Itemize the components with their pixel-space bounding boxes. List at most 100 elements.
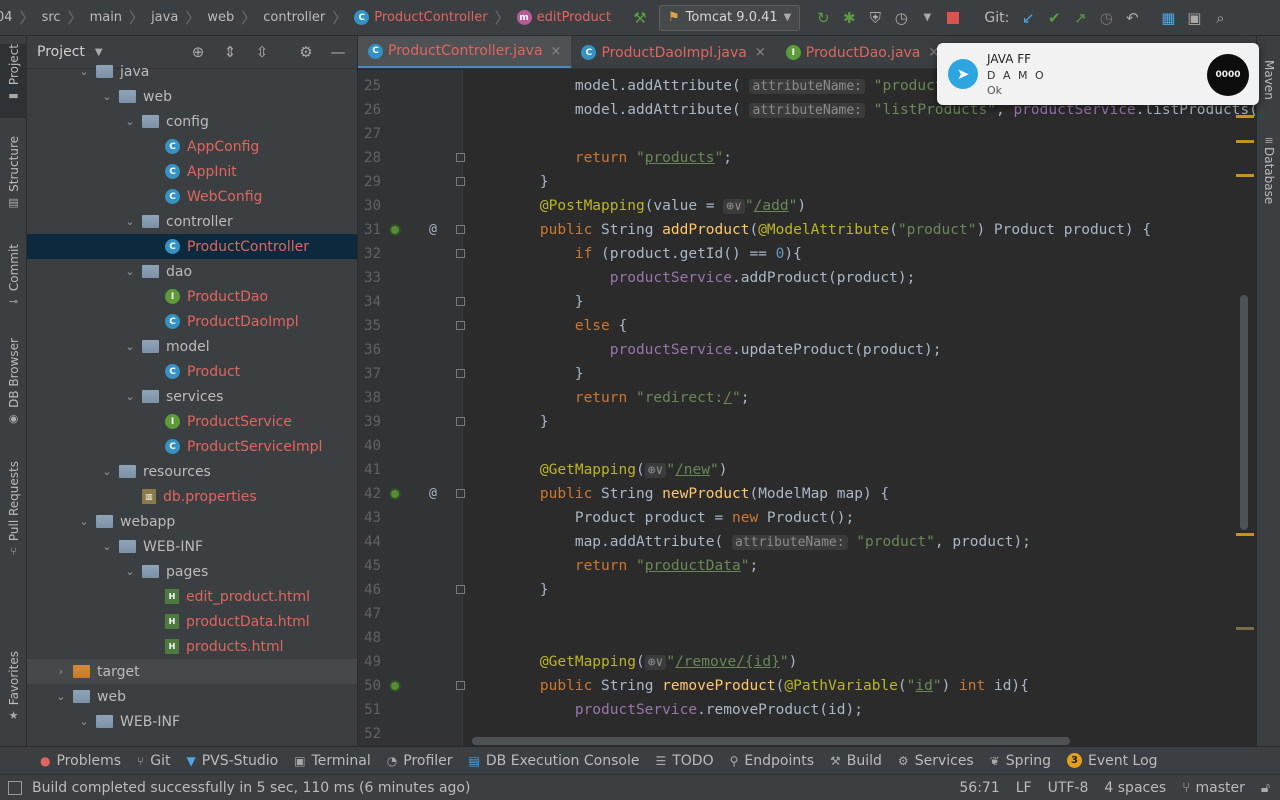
more-run-options-icon[interactable]: ▼ [914, 5, 940, 31]
tree-item[interactable]: ⌄ web [27, 684, 357, 709]
chevron-down-icon[interactable]: ⌄ [122, 265, 138, 278]
fold-toggle-icon[interactable] [456, 177, 465, 186]
line-number[interactable]: 35 [358, 314, 381, 338]
tree-item[interactable]: ⌄ web [27, 84, 357, 109]
code-text[interactable]: @PostMapping(value = ⊕∨ "/add") [505, 194, 806, 219]
tool-tab-favorites[interactable]: Favorites ★ [0, 651, 27, 741]
line-number[interactable]: 42 [358, 482, 381, 506]
chevron-down-icon[interactable]: ⌄ [99, 90, 115, 103]
line-number[interactable]: 30 [358, 194, 381, 218]
tree-item[interactable]: ⌄ pages [27, 559, 357, 584]
code-line[interactable]: 51 productService.removeProduct(id); [358, 698, 1238, 722]
git-rollback-icon[interactable]: ↶ [1119, 5, 1145, 31]
line-number[interactable]: 26 [358, 98, 381, 122]
tree-item[interactable]: C AppInit [27, 159, 357, 184]
code-line[interactable]: 49 @GetMapping(⊕∨ "/remove/{id}") [358, 650, 1238, 674]
git-branch[interactable]: ⑂ master [1182, 780, 1245, 796]
chevron-down-icon[interactable]: ⌄ [122, 115, 138, 128]
annotation-icon[interactable]: @ [429, 218, 437, 242]
tree-item[interactable]: I ProductService [27, 409, 357, 434]
fold-toggle-icon[interactable] [456, 681, 465, 690]
code-text[interactable]: public String newProduct(ModelMap map) { [505, 482, 889, 506]
tree-item[interactable]: C ProductController [27, 234, 357, 259]
tree-item[interactable]: ⌄ config [27, 109, 357, 134]
tool-tab-git[interactable]: ⑂ Git [129, 753, 178, 769]
code-line[interactable]: 35 else { [358, 314, 1238, 338]
tool-tab-project[interactable]: Project ▬ [0, 44, 27, 118]
line-number[interactable]: 38 [358, 386, 381, 410]
line-number[interactable]: 41 [358, 458, 381, 482]
tree-item[interactable]: C Product [27, 359, 357, 384]
code-line[interactable]: 41 @GetMapping(⊕∨ "/new") [358, 458, 1238, 482]
spring-bean-icon[interactable] [389, 224, 401, 236]
tree-item[interactable]: ⌄ resources [27, 459, 357, 484]
tool-tab-profiler[interactable]: ◔ Profiler [379, 753, 461, 769]
code-text[interactable]: Product product = new Product(); [505, 506, 854, 530]
warning-marker[interactable] [1236, 533, 1254, 536]
close-icon[interactable]: × [755, 45, 766, 60]
git-update-icon[interactable]: ↙ [1015, 5, 1041, 31]
indent-setting[interactable]: 4 spaces [1104, 780, 1166, 796]
line-number[interactable]: 33 [358, 266, 381, 290]
close-icon[interactable]: × [551, 44, 562, 59]
editor-tab[interactable]: I ProductDao.java × [776, 36, 950, 68]
tool-tab-todo[interactable]: ☰ TODO [647, 753, 721, 769]
fold-toggle-icon[interactable] [456, 297, 465, 306]
line-number[interactable]: 29 [358, 170, 381, 194]
tree-item[interactable]: ⌄ dao [27, 259, 357, 284]
line-number[interactable]: 25 [358, 74, 381, 98]
code-line[interactable]: 37 } [358, 362, 1238, 386]
code-line[interactable]: 38 return "redirect:/"; [358, 386, 1238, 410]
code-line[interactable]: 28 return "products"; [358, 146, 1238, 170]
line-number[interactable]: 27 [358, 122, 381, 146]
tool-tab-endpoints[interactable]: ⚲ Endpoints [722, 753, 822, 769]
tree-item[interactable]: ▥ db.properties [27, 484, 357, 509]
tree-item[interactable]: ⌄ java [27, 59, 357, 84]
project-structure-icon[interactable]: ▦ [1155, 5, 1181, 31]
tool-tab-spring[interactable]: ❦ Spring [982, 753, 1059, 769]
tree-item[interactable]: Hedit_product.html [27, 584, 357, 609]
fold-toggle-icon[interactable] [456, 417, 465, 426]
code-line[interactable]: 43 Product product = new Product(); [358, 506, 1238, 530]
git-commit-icon[interactable]: ✔ [1041, 5, 1067, 31]
debug-icon[interactable]: ✱ [836, 5, 862, 31]
chevron-down-icon[interactable]: ▼ [95, 47, 103, 58]
fold-toggle-icon[interactable] [456, 153, 465, 162]
code-line[interactable]: 42 @ public String newProduct(ModelMap ma… [358, 482, 1238, 506]
code-line[interactable]: 47 [358, 602, 1238, 626]
code-line[interactable]: 45 return "productData"; [358, 554, 1238, 578]
git-history-icon[interactable]: ◷ [1093, 5, 1119, 31]
line-number[interactable]: 31 [358, 218, 381, 242]
code-text[interactable]: } [505, 290, 584, 314]
code-text[interactable]: } [505, 170, 549, 194]
code-line[interactable]: 27 [358, 122, 1238, 146]
line-number[interactable]: 43 [358, 506, 381, 530]
line-number[interactable]: 51 [358, 698, 381, 722]
tree-item[interactable]: ⌄ WEB-INF [27, 709, 357, 734]
line-separator[interactable]: LF [1016, 780, 1032, 796]
code-text[interactable]: map.addAttribute( attributeName: "produc… [505, 530, 1031, 555]
line-number[interactable]: 36 [358, 338, 381, 362]
caret-position[interactable]: 56:71 [959, 780, 999, 796]
line-number[interactable]: 47 [358, 602, 381, 626]
code-line[interactable]: 50 public String removeProduct(@PathVari… [358, 674, 1238, 698]
fold-toggle-icon[interactable] [456, 321, 465, 330]
code-editor[interactable]: 25 model.addAttribute( attributeName: "p… [358, 70, 1256, 746]
toggle-tool-windows-icon[interactable] [8, 780, 22, 795]
line-number[interactable]: 39 [358, 410, 381, 434]
vertical-scrollbar[interactable] [1240, 295, 1248, 530]
tool-tab-commit[interactable]: Commit ⊸ [0, 244, 27, 324]
code-text[interactable]: } [505, 578, 549, 602]
line-number[interactable]: 50 [358, 674, 381, 698]
coverage-icon[interactable]: ⛨ [862, 5, 888, 31]
spring-bean-icon[interactable] [389, 680, 401, 692]
tree-item[interactable]: ⌄ services [27, 384, 357, 409]
chevron-down-icon[interactable]: ⌄ [122, 340, 138, 353]
code-line[interactable]: 48 [358, 626, 1238, 650]
code-line[interactable]: 30 @PostMapping(value = ⊕∨ "/add") [358, 194, 1238, 218]
tree-item[interactable]: HproductData.html [27, 609, 357, 634]
code-text[interactable]: public String addProduct(@ModelAttribute… [505, 218, 1151, 242]
line-number[interactable]: 32 [358, 242, 381, 266]
tree-item[interactable]: › target [27, 659, 357, 684]
code-line[interactable]: 32 if (product.getId() == 0){ [358, 242, 1238, 266]
